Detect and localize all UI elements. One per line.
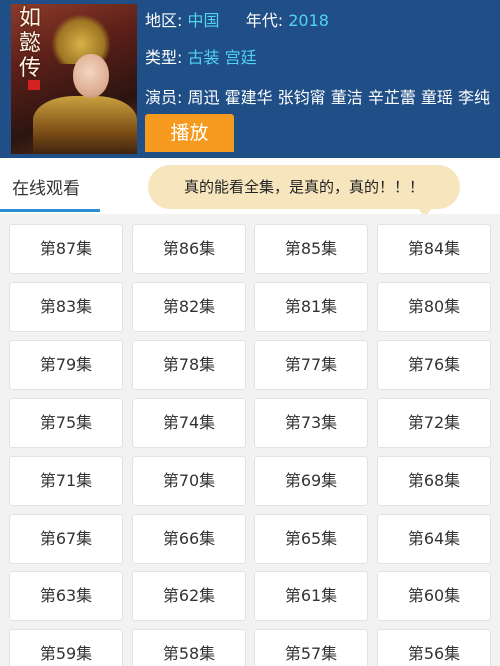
tab-online-watch[interactable]: 在线观看 xyxy=(12,174,80,199)
episode-button[interactable]: 第85集 xyxy=(254,224,368,274)
episode-button[interactable]: 第60集 xyxy=(377,571,491,621)
cast-label: 演员: xyxy=(145,88,183,107)
tab-active-indicator xyxy=(0,209,100,212)
episode-grid: 第87集 第86集 第85集 第84集第83集 第82集 第81集 第80集第79集 第78集… xyxy=(0,214,500,666)
poster-face-art xyxy=(73,54,109,98)
genre-tag-costume[interactable]: 古装 xyxy=(188,48,220,67)
episode-button[interactable]: 第86集 xyxy=(132,224,246,274)
episode-button[interactable]: 第57集 xyxy=(254,629,368,666)
play-button[interactable]: 播放 xyxy=(145,114,234,152)
episode-button[interactable]: 第59集 xyxy=(9,629,123,666)
poster-title: 如 懿 传 xyxy=(17,6,43,81)
episode-button[interactable]: 第72集 xyxy=(377,398,491,448)
episode-button[interactable]: 第70集 xyxy=(132,456,246,506)
episode-button[interactable]: 第65集 xyxy=(254,514,368,564)
episode-button[interactable]: 第67集 xyxy=(9,514,123,564)
episode-button[interactable]: 第66集 xyxy=(132,514,246,564)
poster-title-char: 如 xyxy=(18,6,41,31)
speech-bubble: 真的能看全集，是真的，真的！！！ xyxy=(148,165,460,209)
drama-info-header: 如 懿 传 地区: 中国 年代: 2018 类型: 古装 宫廷 演员: 周迅 霍… xyxy=(0,0,500,158)
poster-red-tag xyxy=(28,80,40,90)
episode-button[interactable]: 第63集 xyxy=(9,571,123,621)
poster-title-char: 懿 xyxy=(18,31,41,56)
genre-row: 类型: 古装 宫廷 xyxy=(145,44,257,68)
episode-button[interactable]: 第71集 xyxy=(9,456,123,506)
cast-names: 周迅 霍建华 张钧甯 董洁 辛芷蕾 童瑶 李纯 xyxy=(187,88,491,107)
episode-button[interactable]: 第83集 xyxy=(9,282,123,332)
episode-button[interactable]: 第74集 xyxy=(132,398,246,448)
episode-button[interactable]: 第76集 xyxy=(377,340,491,390)
episode-button[interactable]: 第75集 xyxy=(9,398,123,448)
episode-button[interactable]: 第68集 xyxy=(377,456,491,506)
episode-button[interactable]: 第84集 xyxy=(377,224,491,274)
poster-robe-art xyxy=(33,96,137,154)
episode-button[interactable]: 第56集 xyxy=(377,629,491,666)
episode-button[interactable]: 第69集 xyxy=(254,456,368,506)
poster-title-char: 传 xyxy=(18,56,41,81)
genre-tag-palace[interactable]: 宫廷 xyxy=(225,48,257,67)
episode-button[interactable]: 第82集 xyxy=(132,282,246,332)
episode-button[interactable]: 第78集 xyxy=(132,340,246,390)
tab-bar: 在线观看 真的能看全集，是真的，真的！！！ xyxy=(0,158,500,218)
year-label: 年代: xyxy=(245,11,284,30)
region-value[interactable]: 中国 xyxy=(188,11,220,30)
episode-button[interactable]: 第79集 xyxy=(9,340,123,390)
episode-button[interactable]: 第80集 xyxy=(377,282,491,332)
episode-button[interactable]: 第81集 xyxy=(254,282,368,332)
cast-row: 演员: 周迅 霍建华 张钧甯 董洁 辛芷蕾 童瑶 李纯 xyxy=(145,84,490,108)
region-year-row: 地区: 中国 年代: 2018 xyxy=(145,7,329,31)
drama-poster-image[interactable]: 如 懿 传 xyxy=(11,4,137,154)
episode-button[interactable]: 第73集 xyxy=(254,398,368,448)
episode-button[interactable]: 第64集 xyxy=(377,514,491,564)
episode-button[interactable]: 第58集 xyxy=(132,629,246,666)
year-value[interactable]: 2018 xyxy=(288,11,329,30)
episode-button[interactable]: 第77集 xyxy=(254,340,368,390)
episode-button[interactable]: 第61集 xyxy=(254,571,368,621)
region-label: 地区: xyxy=(145,11,183,30)
episode-button[interactable]: 第87集 xyxy=(9,224,123,274)
genre-label: 类型: xyxy=(145,48,183,67)
episode-button[interactable]: 第62集 xyxy=(132,571,246,621)
